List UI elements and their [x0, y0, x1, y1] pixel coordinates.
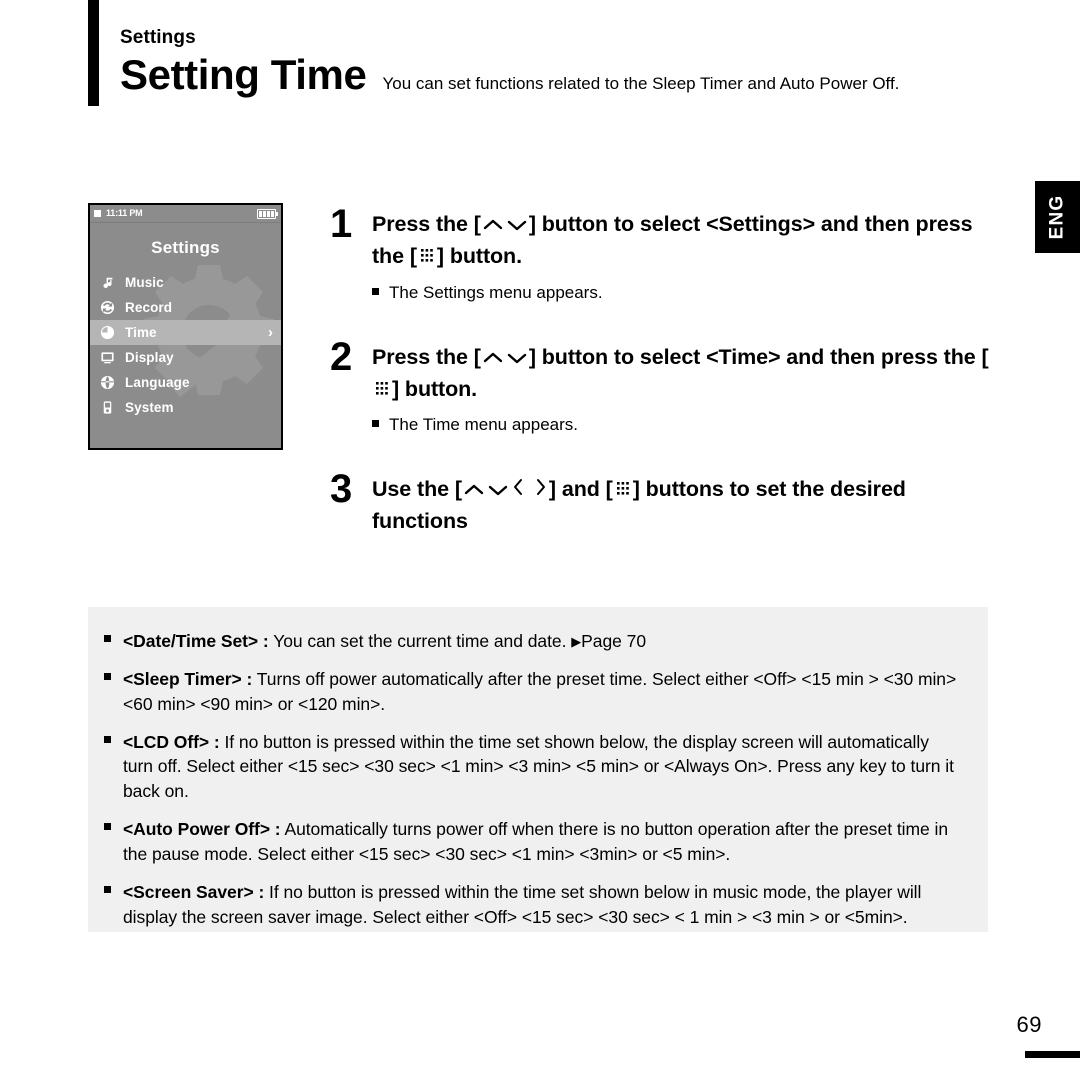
- down-chevron-icon: [506, 350, 528, 365]
- settings-description-panel: <Date/Time Set> : You can set the curren…: [88, 607, 988, 932]
- menu-grid-icon: [418, 247, 436, 264]
- up-chevron-icon: [482, 350, 504, 365]
- step-number: 3: [330, 467, 352, 512]
- record-icon: [100, 300, 115, 315]
- square-bullet-icon: [104, 885, 111, 893]
- up-chevron-icon: [482, 217, 504, 232]
- menu-item-language[interactable]: Language: [90, 370, 281, 395]
- info-term: <Auto Power Off> :: [123, 819, 281, 840]
- page-header: Settings Setting Time You can set functi…: [120, 28, 1020, 97]
- page-title: Setting Time: [120, 51, 367, 98]
- info-text: <Sleep Timer> : Turns off power automati…: [123, 667, 962, 717]
- step-text-part3: ] button.: [392, 376, 478, 401]
- menu-item-label: Language: [125, 374, 190, 390]
- header-accent-bar: [88, 0, 99, 106]
- status-time: 11:11 PM: [106, 208, 143, 218]
- info-term: <Sleep Timer> :: [123, 668, 253, 689]
- info-item-date-time-set: <Date/Time Set> : You can set the curren…: [104, 629, 962, 654]
- info-item-lcd-off: <LCD Off> : If no button is pressed with…: [104, 730, 962, 805]
- music-note-icon: [100, 275, 115, 290]
- instruction-steps: 1 Press the [] button to select <Setting…: [330, 202, 995, 544]
- right-chevron-icon: [533, 477, 548, 497]
- up-chevron-icon: [463, 482, 485, 497]
- page-ref-arrow-icon: ▶: [571, 634, 582, 649]
- device-settings-menu: Music Record Time › Display Language Sys…: [90, 270, 281, 420]
- device-screen-mockup: 11:11 PM Settings Music Record Time › Di…: [88, 203, 283, 450]
- step-note-text: The Settings menu appears.: [389, 282, 603, 302]
- square-bullet-icon: [372, 420, 379, 428]
- globe-icon: [100, 375, 115, 390]
- menu-item-label: System: [125, 399, 174, 415]
- step-note: The Time menu appears.: [372, 414, 995, 436]
- info-item-sleep-timer: <Sleep Timer> : Turns off power automati…: [104, 667, 962, 717]
- step-text: Use the [] and [] buttons to set the des…: [372, 474, 995, 538]
- step-text: Press the [] button to select <Settings>…: [372, 209, 995, 273]
- info-text: <Auto Power Off> : Automatically turns p…: [123, 817, 962, 867]
- step-body: Press the [ ] button to select <Time> and…: [372, 338, 995, 437]
- page-subtitle: You can set functions related to the Sle…: [382, 74, 900, 93]
- device-screen-title: Settings: [151, 238, 220, 257]
- step-text-part2: ] and [: [548, 477, 613, 502]
- menu-item-label: Music: [125, 274, 164, 290]
- menu-item-label: Display: [125, 349, 174, 365]
- menu-grid-icon: [373, 380, 391, 397]
- step-text-part2: ] button to select <Time> and then press…: [528, 344, 989, 369]
- step-1: 1 Press the [] button to select <Setting…: [330, 202, 995, 304]
- info-body: You can set the current time and date.: [268, 631, 572, 651]
- menu-grid-icon: [614, 480, 632, 497]
- square-bullet-icon: [372, 287, 379, 295]
- chevron-right-icon: ›: [268, 324, 273, 341]
- step-text-part1: Press the [: [372, 212, 481, 236]
- step-note-text: The Time menu appears.: [389, 415, 578, 435]
- step-number: 2: [330, 334, 352, 379]
- step-number: 1: [330, 202, 352, 246]
- info-body: If no button is pressed within the time …: [123, 731, 954, 802]
- page-reference: Page 70: [581, 631, 647, 651]
- monitor-icon: [100, 350, 115, 365]
- device-status-bar: 11:11 PM: [90, 205, 281, 223]
- step-2: 2 Press the [ ] button to select <Time> a…: [330, 334, 995, 437]
- info-term: <Date/Time Set> :: [123, 631, 269, 651]
- info-text: <LCD Off> : If no button is pressed with…: [123, 730, 962, 805]
- menu-item-music[interactable]: Music: [90, 270, 281, 295]
- square-bullet-icon: [104, 735, 111, 743]
- header-eyebrow: Settings: [120, 27, 196, 48]
- battery-full-icon: [257, 208, 278, 219]
- step-text: Press the [ ] button to select <Time> and…: [372, 342, 995, 406]
- square-bullet-icon: [104, 672, 111, 680]
- menu-item-system[interactable]: System: [90, 395, 281, 420]
- info-term: <Screen Saver> :: [123, 881, 265, 902]
- language-tab-label: ENG: [1046, 194, 1068, 240]
- info-text: <Date/Time Set> : You can set the curren…: [123, 629, 962, 654]
- step-text-part1: Use the [: [372, 477, 462, 502]
- menu-item-time[interactable]: Time ›: [90, 320, 281, 345]
- header-title-row: Setting Time You can set functions relat…: [120, 51, 1020, 98]
- step-note: The Settings menu appears.: [372, 282, 995, 304]
- menu-item-label: Record: [125, 299, 173, 315]
- down-chevron-icon: [506, 217, 528, 232]
- square-bullet-icon: [104, 823, 111, 831]
- device-icon: [100, 400, 115, 415]
- page-number: 69: [1016, 1012, 1042, 1037]
- menu-item-label: Time: [125, 324, 157, 340]
- info-item-auto-power-off: <Auto Power Off> : Automatically turns p…: [104, 817, 962, 867]
- step-text-part1: Press the [: [372, 344, 481, 369]
- clock-icon: [100, 325, 115, 340]
- language-tab-eng: ENG: [1035, 181, 1080, 253]
- left-chevron-icon: [511, 477, 526, 497]
- step-body: Press the [] button to select <Settings>…: [372, 205, 995, 304]
- square-bullet-icon: [104, 635, 111, 642]
- step-body: Use the [] and [] buttons to set the des…: [372, 470, 995, 538]
- info-item-screen-saver: <Screen Saver> : If no button is pressed…: [104, 880, 962, 930]
- info-term: <LCD Off> :: [123, 731, 220, 752]
- step-text-part3: ] button.: [436, 243, 522, 268]
- footer-accent-bar: [1025, 1051, 1080, 1058]
- stop-icon: [94, 210, 101, 217]
- step-3: 3 Use the [] and [] buttons to set the d…: [330, 467, 995, 538]
- menu-item-display[interactable]: Display: [90, 345, 281, 370]
- info-text: <Screen Saver> : If no button is pressed…: [123, 880, 962, 930]
- menu-item-record[interactable]: Record: [90, 295, 281, 320]
- down-chevron-icon: [487, 482, 509, 497]
